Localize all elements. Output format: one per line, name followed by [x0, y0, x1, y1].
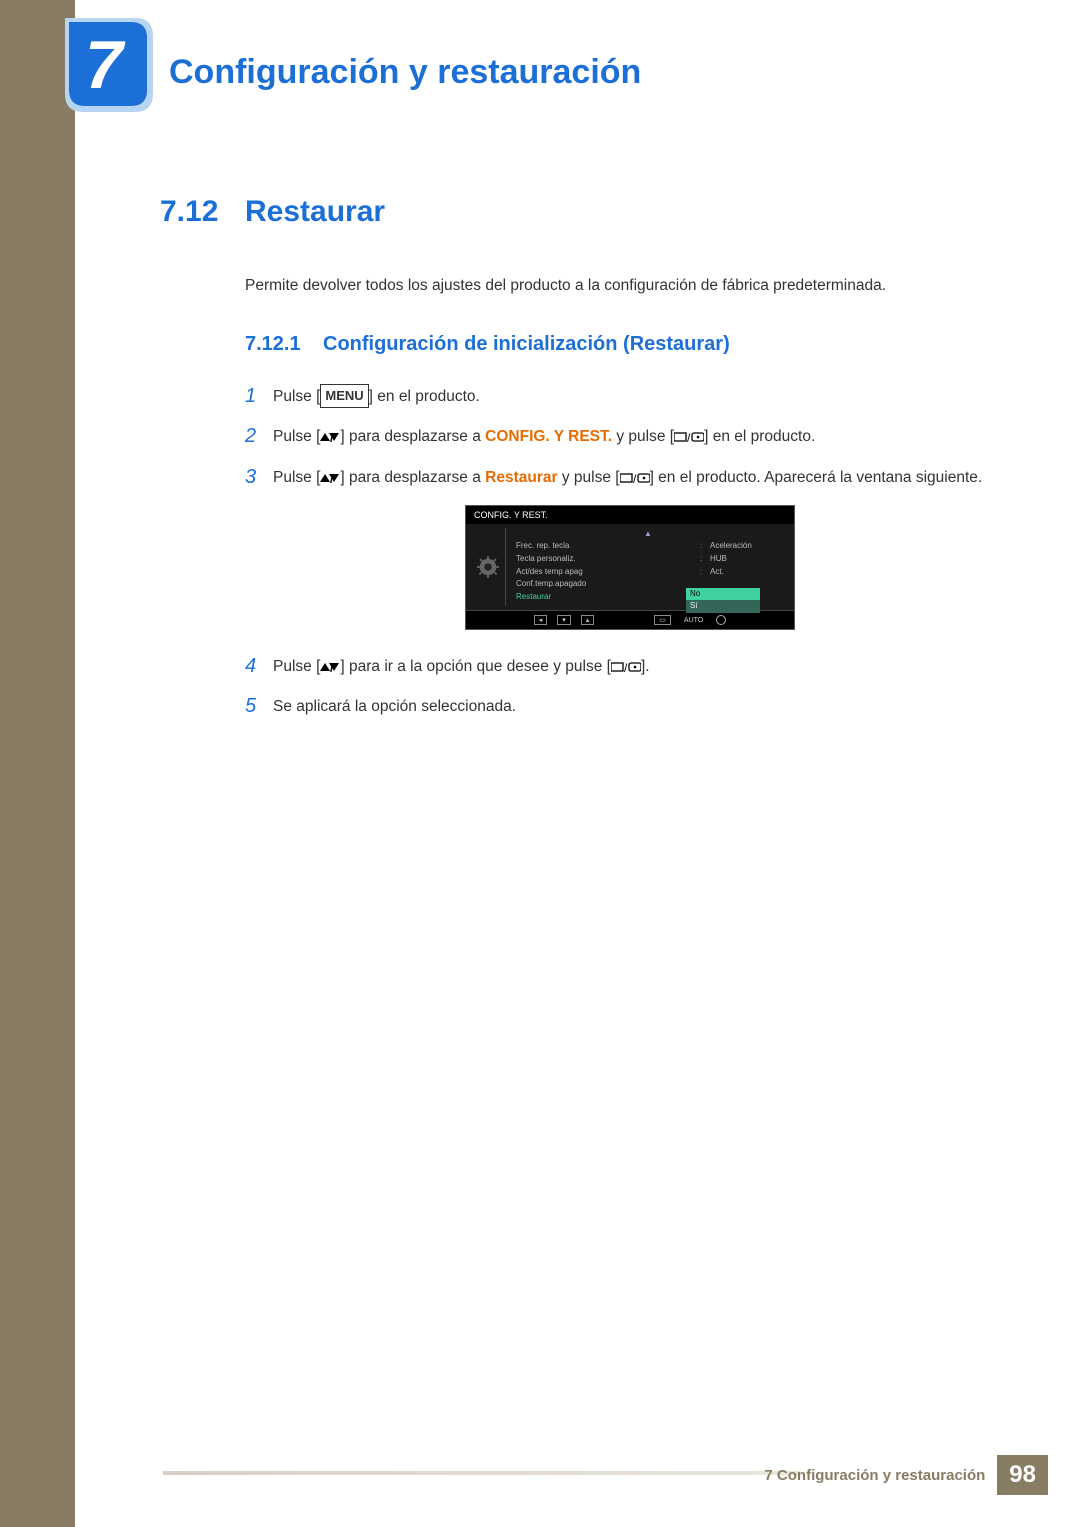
osd-scroll-up-icon: ▲ [516, 530, 780, 540]
section-heading: 7.12 Restaurar [160, 195, 995, 229]
page-number: 98 [997, 1455, 1048, 1495]
osd-auto-label: AUTO [681, 615, 706, 625]
osd-title: CONFIG. Y REST. [466, 506, 794, 524]
step-1: 1 Pulse [MENU] en el producto. [245, 384, 995, 410]
subsection-heading: 7.12.1 Configuración de inicialización (… [245, 333, 995, 356]
osd-up-icon: ▴ [581, 615, 595, 625]
osd-bottom-bar: ◂ ▾ ▴ ▭ AUTO [466, 610, 794, 629]
osd-down-icon: ▾ [557, 615, 571, 625]
osd-row: Frec. rep. tecla:Aceleración [516, 540, 780, 553]
osd-screenshot: CONFIG. Y REST. [465, 505, 795, 630]
footer-text: 7 Configuración y restauración [764, 1467, 985, 1484]
step-4: 4 Pulse [/] para ir a la opción que dese… [245, 654, 995, 680]
osd-option-selected: No [686, 588, 760, 600]
step-5: 5 Se aplicará la opción seleccionada. [245, 694, 995, 720]
chapter-badge: 7 [75, 18, 155, 110]
footer-divider [163, 1471, 800, 1475]
step-2: 2 Pulse [/] para desplazarse a CONFIG. Y… [245, 424, 995, 450]
svg-text:/: / [633, 472, 637, 484]
subsection-title: Configuración de inicialización (Restaur… [323, 333, 730, 356]
chapter-number: 7 [85, 26, 123, 104]
source-enter-icon: / [620, 472, 650, 484]
osd-dropdown: No Sí [686, 588, 760, 613]
osd-row: Tecla personaliz.:HUB [516, 553, 780, 566]
menu-key: MENU [320, 384, 368, 408]
osd-source-icon: ▭ [654, 615, 671, 625]
chapter-title: Configuración y restauración [169, 53, 641, 92]
up-down-arrow-icon: / [320, 661, 340, 673]
gear-icon [477, 556, 499, 578]
svg-text:/: / [624, 661, 628, 673]
step-3: 3 Pulse [/] para desplazarse a Restaurar… [245, 465, 995, 491]
section-title: Restaurar [245, 195, 385, 229]
osd-power-icon [716, 615, 726, 625]
osd-option: Sí [686, 600, 760, 612]
osd-row: Act/des temp apag:Act. [516, 566, 780, 579]
source-enter-icon: / [611, 661, 641, 673]
footer: 7 Configuración y restauración 98 [764, 1455, 1048, 1495]
section-number: 7.12 [160, 195, 245, 229]
osd-back-icon: ◂ [534, 615, 548, 625]
section-intro: Permite devolver todos los ajustes del p… [245, 277, 995, 295]
svg-text:/: / [687, 431, 691, 443]
up-down-arrow-icon: / [320, 431, 340, 443]
subsection-number: 7.12.1 [245, 333, 323, 356]
left-sidebar [0, 0, 75, 1527]
up-down-arrow-icon: / [320, 472, 340, 484]
source-enter-icon: / [674, 431, 704, 443]
chapter-header: 7 Configuración y restauración [75, 18, 641, 110]
